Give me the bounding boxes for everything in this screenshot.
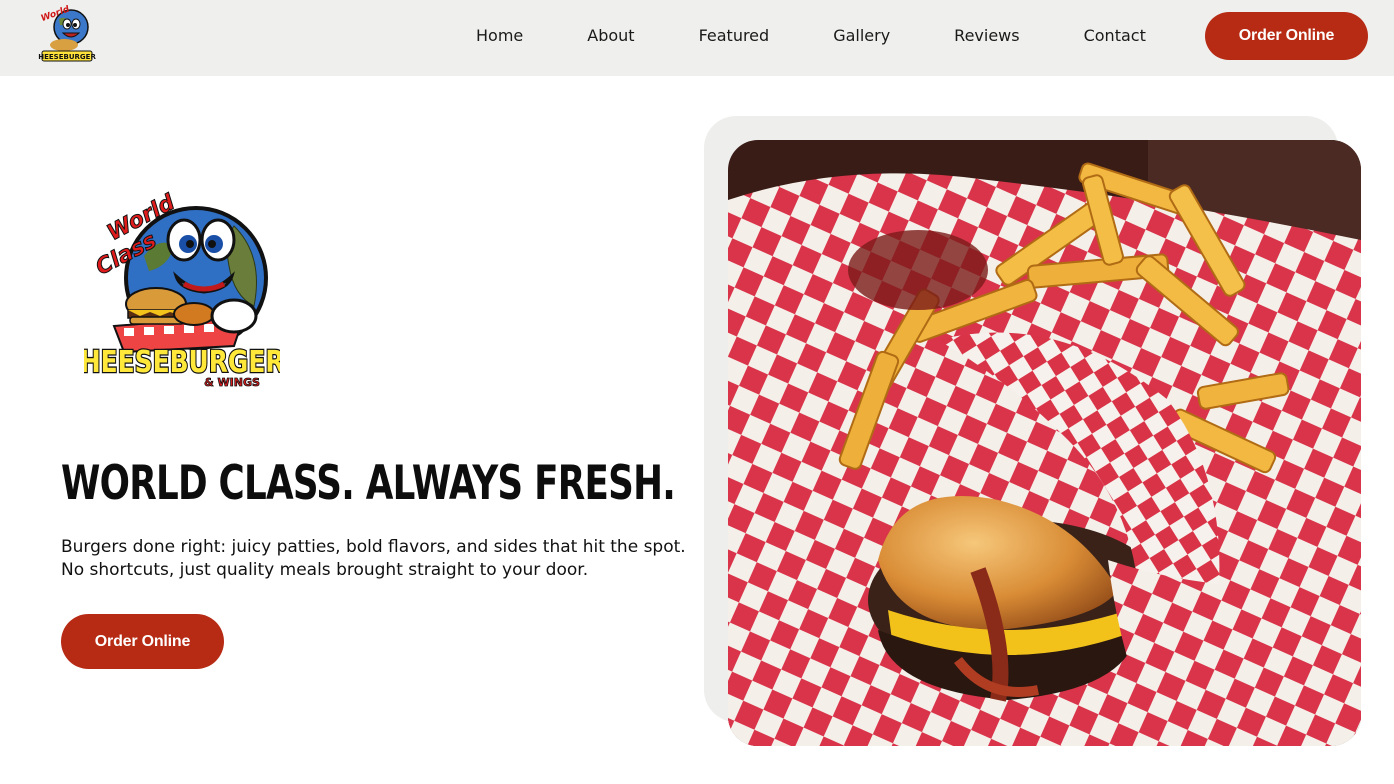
main-nav: Home About Featured Gallery Reviews Cont…	[476, 0, 1146, 70]
nav-order-online-button[interactable]: Order Online	[1205, 12, 1368, 60]
svg-text:CHEESEBURGERS: CHEESEBURGERS	[38, 53, 96, 61]
hero-food-photo	[728, 140, 1361, 746]
nav-link-home[interactable]: Home	[476, 26, 523, 45]
site-header: World CHEESEBURGERS Home About Featured …	[0, 0, 1394, 76]
hero-order-online-button[interactable]: Order Online	[61, 614, 224, 669]
nav-link-gallery[interactable]: Gallery	[833, 26, 890, 45]
hero-title: WORLD CLASS. ALWAYS FRESH.	[61, 456, 676, 511]
nav-link-contact[interactable]: Contact	[1084, 26, 1146, 45]
hero-description: Burgers done right: juicy patties, bold …	[61, 537, 686, 580]
hero-logo: World Class CHEESEBURGERS & WINGS	[60, 186, 303, 398]
nav-link-about[interactable]: About	[587, 26, 634, 45]
nav-logo[interactable]: World CHEESEBURGERS	[33, 4, 101, 67]
svg-text:CHEESEBURGERS: CHEESEBURGERS	[84, 345, 280, 380]
nav-link-reviews[interactable]: Reviews	[954, 26, 1019, 45]
nav-link-featured[interactable]: Featured	[699, 26, 770, 45]
svg-text:& WINGS: & WINGS	[204, 376, 260, 389]
